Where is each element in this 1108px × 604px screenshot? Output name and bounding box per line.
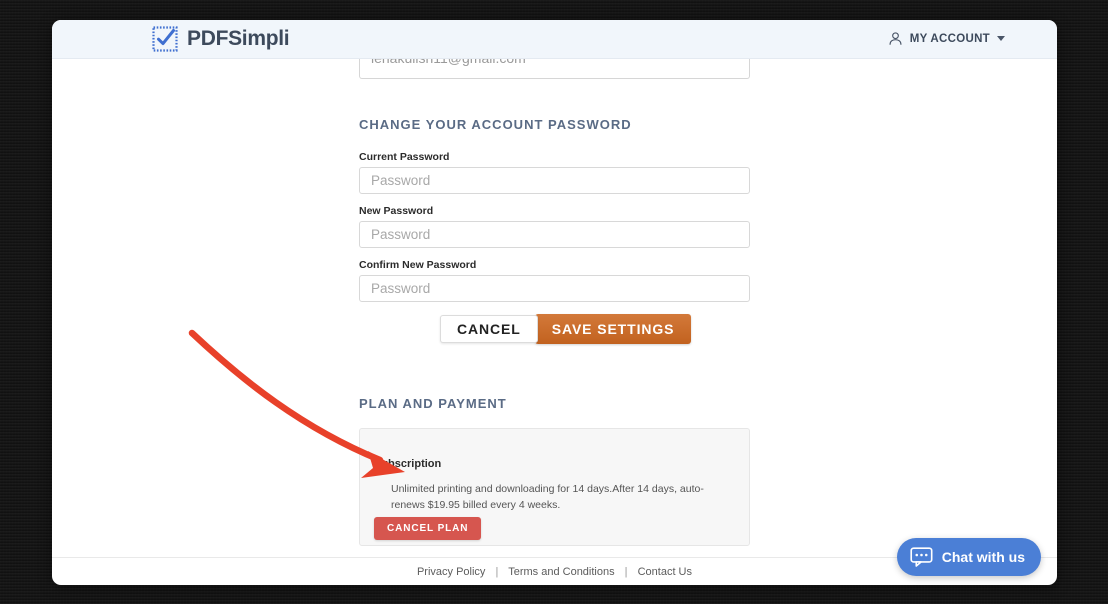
checked-box-icon [152,26,178,52]
current-password-input[interactable] [359,167,750,194]
chat-with-us-button[interactable]: Chat with us [896,538,1041,576]
subscription-heading: Subscription [374,458,442,470]
my-account-menu[interactable]: MY ACCOUNT [888,31,1005,46]
page-content: lenakulish11@gmail.com CHANGE YOUR ACCOU… [52,59,1057,585]
chevron-down-icon [997,36,1005,41]
save-settings-button[interactable]: SAVE SETTINGS [534,314,692,344]
password-section-title: CHANGE YOUR ACCOUNT PASSWORD [359,117,632,132]
confirm-password-label: Confirm New Password [359,259,477,271]
my-account-label: MY ACCOUNT [909,32,990,45]
email-value: lenakulish11@gmail.com [371,59,526,66]
browser-window: PDFSimpli MY ACCOUNT lenakulish11@gmail.… [52,20,1057,585]
current-password-label: Current Password [359,151,450,163]
chat-label: Chat with us [941,549,1025,565]
plan-section-title: PLAN AND PAYMENT [359,396,507,411]
speech-bubble-icon [910,547,933,567]
new-password-input[interactable] [359,221,750,248]
subscription-description: Unlimited printing and downloading for 1… [391,483,704,511]
footer-separator: | [624,566,628,578]
cancel-plan-button[interactable]: CANCEL PLAN [374,517,482,540]
brand-name: PDFSimpli [187,27,290,50]
footer-link-terms[interactable]: Terms and Conditions [508,566,614,578]
subscription-card: Subscription Unlimited printing and down… [359,428,750,546]
footer-link-contact-us[interactable]: Contact Us [638,566,692,578]
new-password-label: New Password [359,205,434,217]
footer-separator: | [495,566,499,578]
email-field[interactable]: lenakulish11@gmail.com [359,59,750,79]
site-header: PDFSimpli MY ACCOUNT [52,20,1057,59]
person-icon [889,32,902,45]
confirm-password-input[interactable] [359,275,750,302]
brand-logo-link[interactable]: PDFSimpli [152,26,290,52]
cancel-button[interactable]: CANCEL [440,315,538,343]
form-actions: CANCEL SAVE SETTINGS [440,314,692,344]
footer-link-privacy-policy[interactable]: Privacy Policy [417,566,485,578]
